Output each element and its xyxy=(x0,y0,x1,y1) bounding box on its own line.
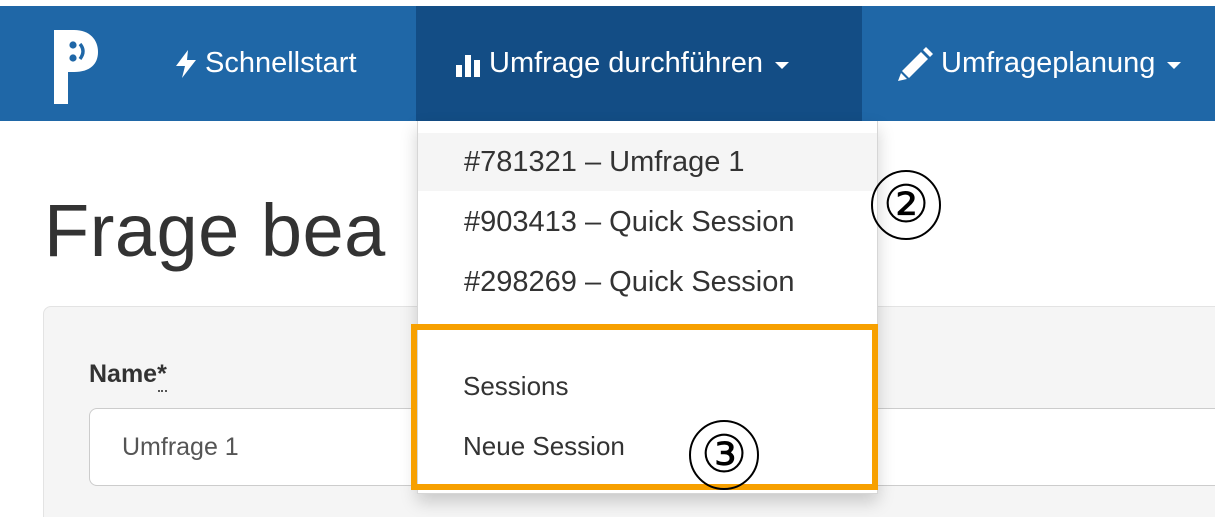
chevron-down-icon xyxy=(1167,62,1182,69)
nav-schnellstart-label: Schnellstart xyxy=(205,47,357,79)
name-field-label: Name* xyxy=(89,360,167,389)
nav-umfrageplanung[interactable]: Umfrageplanung xyxy=(897,6,1182,121)
page-title: Frage bea xyxy=(44,189,386,272)
dropdown-item-session-298269[interactable]: #298269 – Quick Session xyxy=(418,253,877,311)
bar-chart-icon xyxy=(456,54,480,77)
dropdown-item-session-903413[interactable]: #903413 – Quick Session xyxy=(418,193,877,251)
required-mark: * xyxy=(157,360,167,388)
highlight-box xyxy=(411,324,878,490)
nav-schnellstart[interactable]: Schnellstart xyxy=(175,6,357,121)
dropdown-item-session-781321[interactable]: #781321 – Umfrage 1 xyxy=(418,133,877,191)
step-marker-3: ③ xyxy=(689,420,759,490)
chevron-down-icon xyxy=(775,62,790,69)
app-logo[interactable] xyxy=(50,26,100,108)
pencil-icon xyxy=(898,46,933,81)
step-marker-2: ② xyxy=(871,170,941,240)
name-label-text: Name xyxy=(89,360,158,388)
nav-umfrage-durchfuehren[interactable]: Umfrage durchführen xyxy=(416,6,862,121)
nav-umfrageplanung-label: Umfrageplanung xyxy=(941,47,1156,79)
top-navbar: Schnellstart Umfrage durchführen Umfrage… xyxy=(0,6,1215,121)
nav-umfrage-durchfuehren-label: Umfrage durchführen xyxy=(489,47,764,79)
bolt-icon xyxy=(176,49,196,78)
